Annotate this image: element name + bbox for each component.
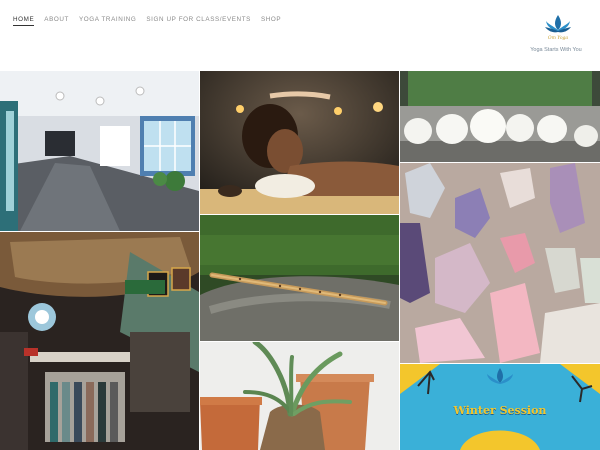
crystals-photo[interactable] [400,163,600,363]
nav-home[interactable]: HOME [13,16,35,26]
nav-sign-up[interactable]: SIGN UP FOR CLASS/EVENTS [146,16,251,26]
massage-session-photo[interactable] [200,71,399,214]
winter-session-banner[interactable]: Winter Session [400,364,600,450]
brand-logo-link[interactable]: Om Yoga Yoga Starts With You [528,12,588,53]
nav-shop[interactable]: SHOP [261,16,281,26]
winter-session-title: Winter Session [453,404,547,417]
flute-image [200,215,399,341]
aloe-plant-photo[interactable] [200,342,399,450]
yoga-studio-image [0,71,199,231]
nav-yoga-training[interactable]: YOGA TRAINING [79,16,136,26]
crystals-image [400,163,600,363]
site-header: HOME ABOUT YOGA TRAINING SIGN UP FOR CLA… [0,0,600,70]
boutique-shop-photo[interactable] [0,232,199,450]
brand-tagline: Yoga Starts With You [530,47,582,53]
lotus-logo-icon: Om Yoga [545,15,571,41]
logo-text: Om Yoga [548,35,569,41]
relaxation-image [200,71,399,214]
plant-image [200,342,399,450]
singing-bowls-photo[interactable] [400,71,600,162]
nav-about[interactable]: ABOUT [44,16,69,26]
main-navigation: HOME ABOUT YOGA TRAINING SIGN UP FOR CLA… [13,16,291,26]
singing-bowls-image [400,71,600,162]
bamboo-flute-photo[interactable] [200,215,399,341]
studio-interior-photo[interactable] [0,71,199,231]
shop-image [0,232,199,450]
